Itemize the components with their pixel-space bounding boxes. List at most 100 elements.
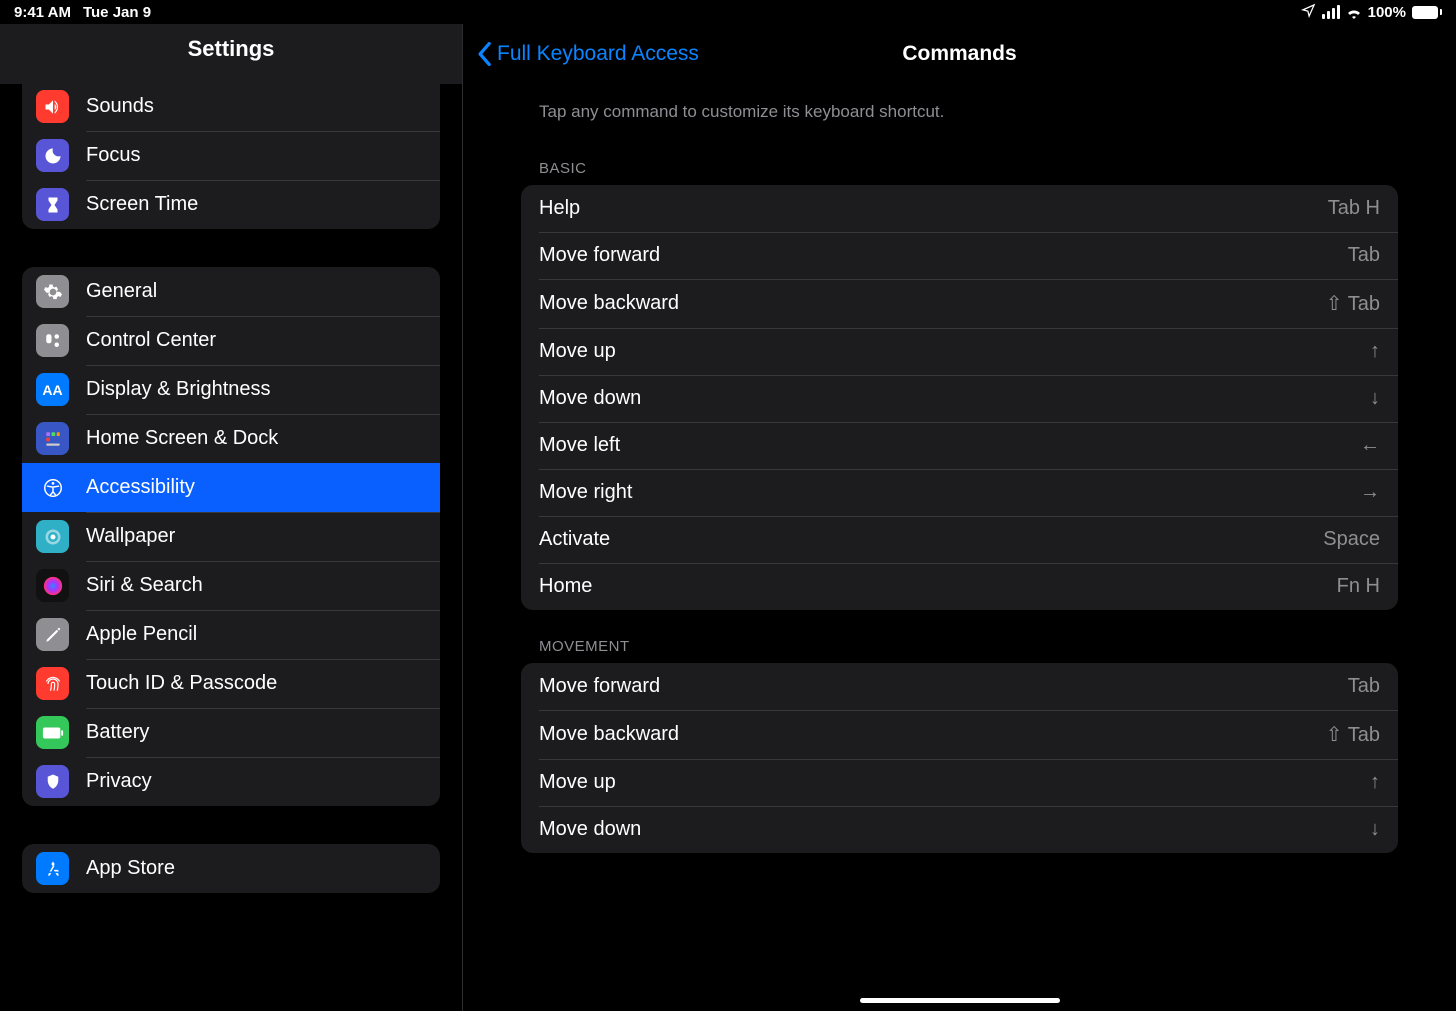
wallpaper-icon [36, 520, 69, 553]
command-row[interactable]: Move down ↓ [521, 806, 1398, 853]
battery-settings-icon [36, 716, 69, 749]
sidebar-item-label: Display & Brightness [86, 378, 426, 401]
command-row[interactable]: Move left ← [521, 422, 1398, 469]
sidebar-item-control-center[interactable]: Control Center [22, 316, 440, 365]
basic-table: HelpTab H Move forward Tab Move backward ⇧… [521, 185, 1398, 610]
sidebar-item-label: Home Screen & Dock [86, 427, 426, 450]
sidebar-item-label: Focus [86, 144, 426, 167]
command-row[interactable]: Move up ↑ [521, 328, 1398, 375]
movement-table: Move forward Tab Move backward ⇧ Tab Move … [521, 663, 1398, 853]
back-button[interactable]: Full Keyboard Access [463, 41, 699, 67]
sidebar-item-siri-search[interactable]: Siri & Search [22, 561, 440, 610]
sidebar-title: Settings [0, 24, 462, 80]
command-row[interactable]: Move backward ⇧ Tab [521, 279, 1398, 328]
command-shortcut: ↓ [1370, 387, 1380, 410]
back-label: Full Keyboard Access [497, 42, 699, 66]
app-store-icon [36, 852, 69, 885]
sidebar-item-accessibility[interactable]: Accessibility [22, 463, 440, 512]
command-row[interactable]: Move forward Tab [521, 232, 1398, 279]
gear-icon [36, 275, 69, 308]
command-shortcut: ⇧ Tab [1326, 722, 1380, 747]
chevron-left-icon [475, 41, 493, 67]
location-icon [1301, 3, 1316, 21]
command-label: Home [539, 575, 592, 598]
nav-bar: Full Keyboard Access Commands [463, 24, 1456, 84]
command-label: Move backward [539, 723, 679, 746]
command-label: Activate [539, 528, 610, 551]
sidebar-item-battery[interactable]: Battery [22, 708, 440, 757]
detail-pane: Full Keyboard Access Commands Tap any co… [463, 24, 1456, 1011]
command-shortcut: ⇧ Tab [1326, 291, 1380, 316]
section-title-movement: MOVEMENT [521, 610, 1398, 663]
privacy-icon [36, 765, 69, 798]
command-row[interactable]: HelpTab H [521, 185, 1398, 232]
command-label: Move forward [539, 244, 660, 267]
sidebar-item-label: Wallpaper [86, 525, 426, 548]
command-shortcut: Space [1323, 528, 1380, 551]
command-shortcut: ← [1360, 434, 1380, 457]
accessibility-icon [36, 471, 69, 504]
command-shortcut: ↑ [1370, 340, 1380, 363]
command-shortcut: ↓ [1370, 818, 1380, 841]
sidebar-item-privacy[interactable]: Privacy [22, 757, 440, 806]
focus-icon [36, 139, 69, 172]
sidebar-item-label: Accessibility [86, 476, 426, 499]
home-indicator[interactable] [860, 998, 1060, 1003]
display-icon: AA [36, 373, 69, 406]
command-label: Move left [539, 434, 620, 457]
section-title-basic: BASIC [521, 132, 1398, 185]
command-shortcut: Tab H [1328, 197, 1380, 220]
battery-icon [1412, 6, 1442, 19]
sidebar-item-app-store[interactable]: App Store [22, 844, 440, 893]
cellular-icon [1322, 5, 1340, 19]
sidebar-item-apple-pencil[interactable]: Apple Pencil [22, 610, 440, 659]
command-row[interactable]: Move forward Tab [521, 663, 1398, 710]
command-label: Move down [539, 387, 641, 410]
sidebar-item-label: Sounds [86, 95, 426, 118]
sidebar-item-label: Apple Pencil [86, 623, 426, 646]
command-label: Move down [539, 818, 641, 841]
pencil-icon [36, 618, 69, 651]
sidebar-item-screen-time[interactable]: Screen Time [22, 180, 440, 229]
command-row[interactable]: Home Fn H [521, 563, 1398, 610]
command-row[interactable]: Move backward ⇧ Tab [521, 710, 1398, 759]
fingerprint-icon [36, 667, 69, 700]
command-row[interactable]: Move down ↓ [521, 375, 1398, 422]
command-shortcut: Fn H [1337, 575, 1380, 598]
hint-text: Tap any command to customize its keyboar… [521, 84, 1398, 132]
sidebar-group-1: General Control Center AA Display & Brig… [22, 267, 440, 806]
sidebar-item-label: General [86, 280, 426, 303]
sidebar-item-label: App Store [86, 857, 426, 880]
command-label: Move up [539, 340, 616, 363]
battery-percent: 100% [1368, 4, 1406, 21]
command-row[interactable]: Move up ↑ [521, 759, 1398, 806]
sidebar-item-display-brightness[interactable]: AA Display & Brightness [22, 365, 440, 414]
sidebar-item-label: Screen Time [86, 193, 426, 216]
sidebar-item-focus[interactable]: Focus [22, 131, 440, 180]
sidebar-item-general[interactable]: General [22, 267, 440, 316]
sounds-icon [36, 90, 69, 123]
sidebar-item-home-screen-dock[interactable]: Home Screen & Dock [22, 414, 440, 463]
screen-time-icon [36, 188, 69, 221]
command-label: Move up [539, 771, 616, 794]
command-row[interactable]: Activate Space [521, 516, 1398, 563]
sidebar-item-wallpaper[interactable]: Wallpaper [22, 512, 440, 561]
command-row[interactable]: Move right→ [521, 469, 1398, 516]
sidebar-item-label: Battery [86, 721, 426, 744]
wifi-icon [1346, 6, 1362, 18]
sidebar-item-touchid-passcode[interactable]: Touch ID & Passcode [22, 659, 440, 708]
command-shortcut: → [1360, 481, 1380, 504]
command-shortcut: Tab [1348, 244, 1380, 267]
sidebar-item-label: Privacy [86, 770, 426, 793]
sidebar-item-label: Siri & Search [86, 574, 426, 597]
command-shortcut: Tab [1348, 675, 1380, 698]
sidebar-item-sounds[interactable]: Sounds [22, 82, 440, 131]
status-date: Tue Jan 9 [83, 4, 151, 21]
status-bar: 9:41 AM Tue Jan 9 100% [0, 0, 1456, 24]
command-shortcut: ↑ [1370, 771, 1380, 794]
sidebar-item-label: Control Center [86, 329, 426, 352]
page-title: Commands [902, 42, 1016, 66]
sidebar-group-2: App Store [22, 844, 440, 893]
command-label: Move backward [539, 292, 679, 315]
command-label: Move forward [539, 675, 660, 698]
